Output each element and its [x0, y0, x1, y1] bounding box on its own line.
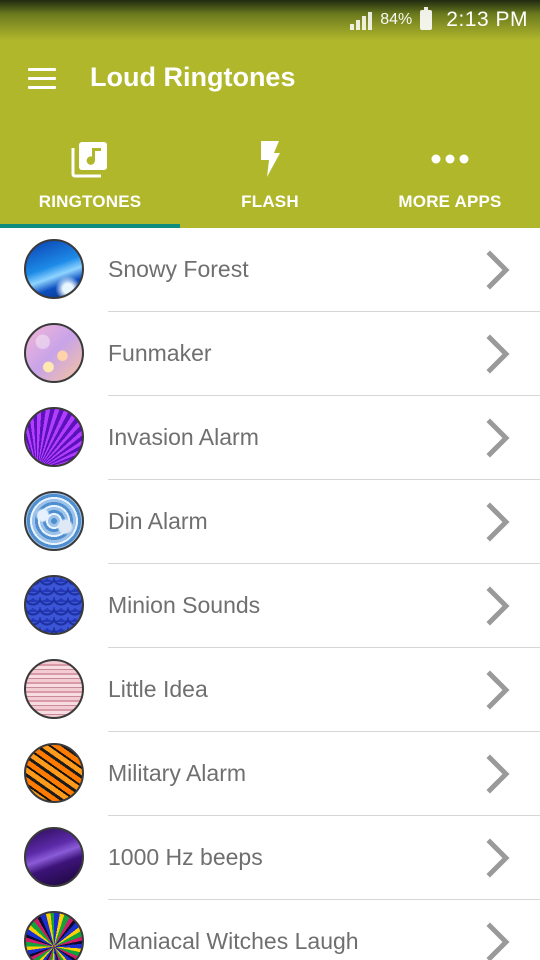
ringtone-list: Snowy Forest Funmaker Invasion Alarm Din… — [0, 228, 540, 960]
status-time: 2:13 PM — [446, 8, 528, 31]
tab-ringtones[interactable]: RINGTONES — [0, 132, 180, 228]
ringtone-artwork — [24, 239, 84, 299]
chevron-right-icon[interactable] — [484, 838, 514, 878]
battery-percent: 84% — [380, 11, 413, 28]
tab-more-apps-label: MORE APPS — [398, 192, 502, 211]
ringtone-artwork — [24, 575, 84, 635]
list-item[interactable]: Funmaker — [0, 312, 540, 396]
list-item[interactable]: Maniacal Witches Laugh — [0, 900, 540, 960]
status-bar: 84% 2:13 PM — [0, 0, 540, 40]
tab-flash[interactable]: FLASH — [180, 132, 360, 228]
app-bar: Loud Ringtones RINGTONES FLASH MORE APPS — [0, 40, 540, 228]
ringtone-name: Maniacal Witches Laugh — [108, 928, 359, 954]
tab-more-apps[interactable]: MORE APPS — [360, 132, 540, 228]
ringtone-name: Snowy Forest — [108, 256, 249, 282]
list-item[interactable]: Snowy Forest — [0, 228, 540, 312]
tab-bar: RINGTONES FLASH MORE APPS — [0, 132, 540, 228]
ringtone-artwork — [24, 827, 84, 887]
ringtone-artwork — [24, 407, 84, 467]
tab-ringtones-label: RINGTONES — [38, 192, 142, 211]
chevron-right-icon[interactable] — [484, 334, 514, 374]
ringtone-name: Military Alarm — [108, 760, 247, 786]
chevron-right-icon[interactable] — [484, 250, 514, 290]
hamburger-menu-icon[interactable] — [28, 68, 56, 90]
signal-icon — [350, 10, 373, 30]
list-item[interactable]: Din Alarm — [0, 480, 540, 564]
ringtone-name: Invasion Alarm — [108, 424, 259, 450]
ringtone-name: Little Idea — [108, 676, 208, 702]
chevron-right-icon[interactable] — [484, 502, 514, 542]
ringtone-artwork — [24, 743, 84, 803]
list-item[interactable]: Invasion Alarm — [0, 396, 540, 480]
ringtone-artwork — [24, 659, 84, 719]
tab-flash-label: FLASH — [241, 192, 299, 211]
list-item[interactable]: Minion Sounds — [0, 564, 540, 648]
list-item[interactable]: Military Alarm — [0, 732, 540, 816]
list-item[interactable]: Little Idea — [0, 648, 540, 732]
more-dots-icon — [430, 138, 470, 180]
ringtone-name: Minion Sounds — [108, 592, 261, 618]
ringtone-artwork — [24, 323, 84, 383]
flash-icon — [258, 138, 282, 180]
chevron-right-icon[interactable] — [484, 586, 514, 626]
battery-icon — [420, 7, 433, 30]
list-item[interactable]: 1000 Hz beeps — [0, 816, 540, 900]
app-title: Loud Ringtones — [90, 62, 296, 92]
chevron-right-icon[interactable] — [484, 670, 514, 710]
ringtone-artwork — [24, 491, 84, 551]
ringtone-name: Funmaker — [108, 340, 212, 366]
ringtone-name: 1000 Hz beeps — [108, 844, 263, 870]
ringtone-artwork — [24, 911, 84, 960]
ringtone-name: Din Alarm — [108, 508, 208, 534]
chevron-right-icon[interactable] — [484, 922, 514, 960]
chevron-right-icon[interactable] — [484, 418, 514, 458]
music-library-icon — [71, 138, 109, 180]
chevron-right-icon[interactable] — [484, 754, 514, 794]
